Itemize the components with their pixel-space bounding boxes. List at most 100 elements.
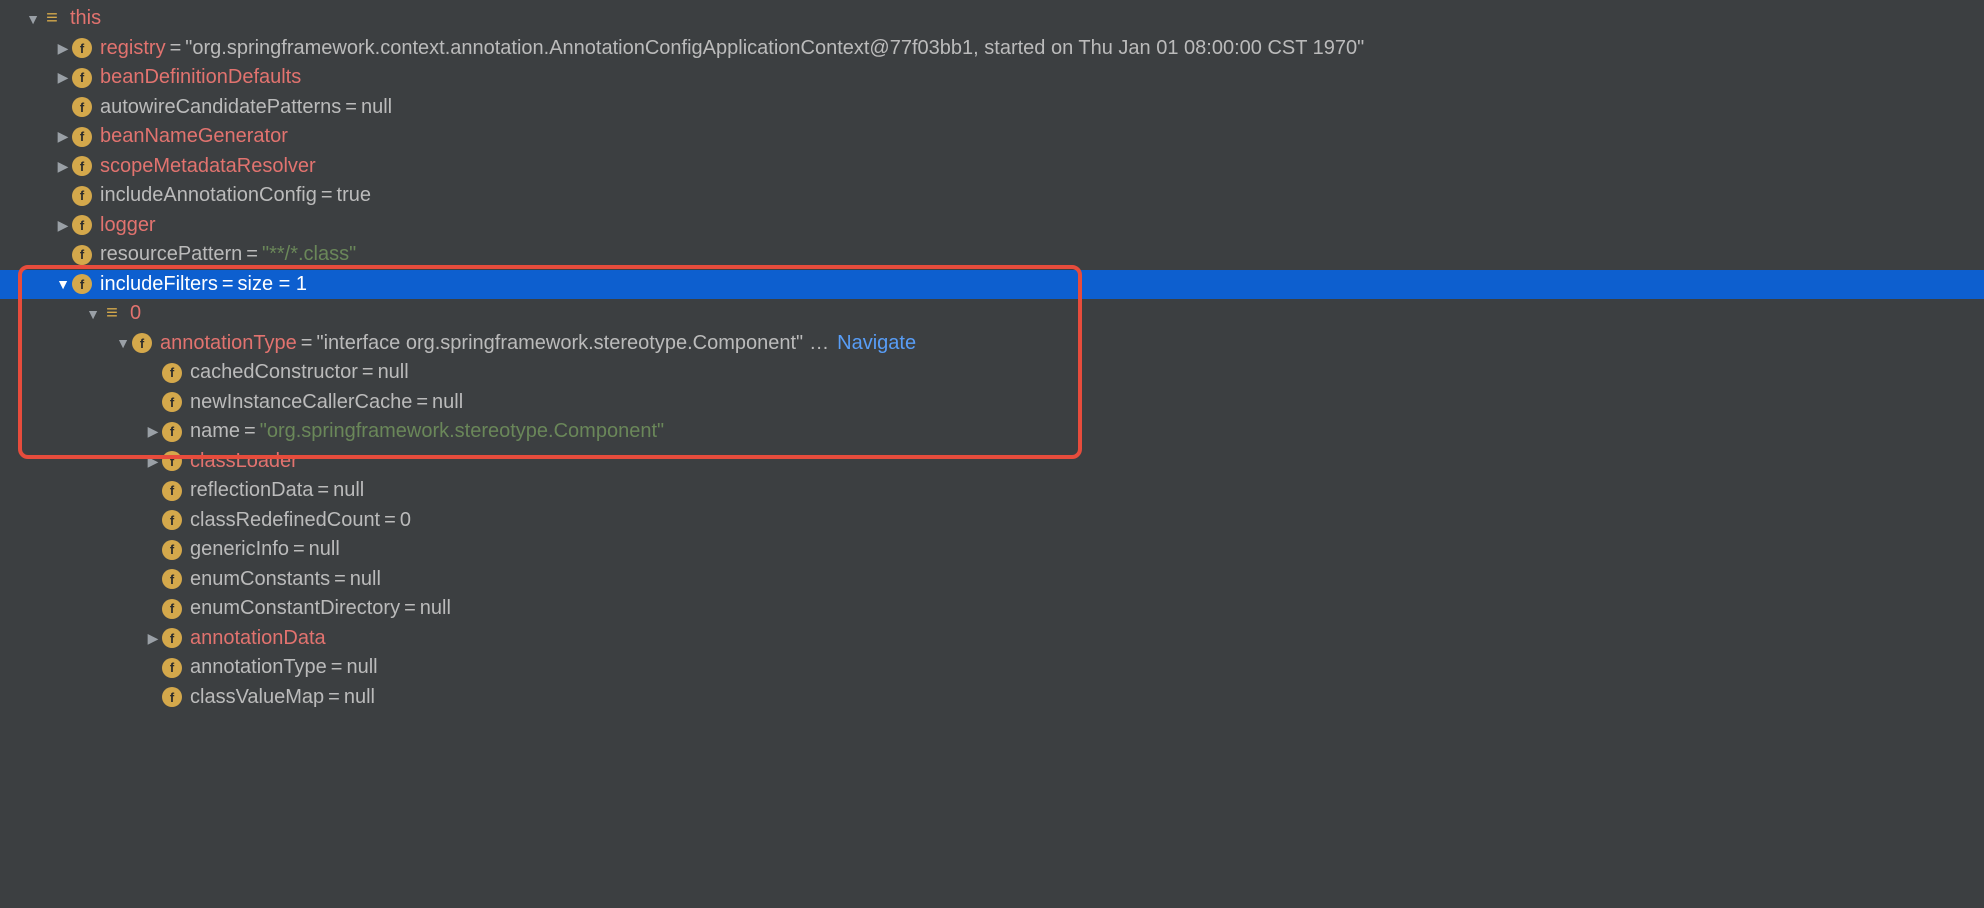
expand-down-icon[interactable]: ▼ <box>24 11 42 27</box>
tree-row-beandefinitiondefaults[interactable]: ▶ f beanDefinitionDefaults <box>0 63 1984 93</box>
equals: = <box>242 243 262 266</box>
var-name: autowireCandidatePatterns <box>100 96 341 119</box>
expand-right-icon[interactable]: ▶ <box>54 69 72 86</box>
tree-row-autowirecandidatepatterns[interactable]: ▶ f autowireCandidatePatterns = null <box>0 93 1984 123</box>
tree-row-index-0[interactable]: ▼ ≡ 0 <box>0 299 1984 329</box>
var-name: enumConstantDirectory <box>190 597 400 620</box>
var-name: classLoader <box>190 450 298 473</box>
tree-row-registry[interactable]: ▶ f registry = "org.springframework.cont… <box>0 34 1984 64</box>
ellipsis: … <box>803 332 831 355</box>
tree-row-classvaluemap[interactable]: ▶ f classValueMap = null <box>0 683 1984 713</box>
expand-down-icon[interactable]: ▼ <box>114 335 132 351</box>
equals: = <box>330 568 350 591</box>
var-name: reflectionData <box>190 479 313 502</box>
var-name: includeAnnotationConfig <box>100 184 317 207</box>
expand-right-icon[interactable]: ▶ <box>54 158 72 175</box>
var-value: "org.springframework.context.annotation.… <box>185 37 1364 60</box>
field-icon: f <box>72 68 92 88</box>
tree-row-includeannotationconfig[interactable]: ▶ f includeAnnotationConfig = true <box>0 181 1984 211</box>
tree-row-annotationdata[interactable]: ▶ f annotationData <box>0 624 1984 654</box>
equals: = <box>166 37 186 60</box>
tree-row-logger[interactable]: ▶ f logger <box>0 211 1984 241</box>
expand-right-icon[interactable]: ▶ <box>54 128 72 145</box>
tree-row-classloader[interactable]: ▶ f classLoader <box>0 447 1984 477</box>
equals: = <box>380 509 400 532</box>
tree-row-reflectiondata[interactable]: ▶ f reflectionData = null <box>0 476 1984 506</box>
equals: = <box>317 184 337 207</box>
var-value: null <box>350 568 381 591</box>
tree-row-includefilters[interactable]: ▼ f includeFilters = size = 1 <box>0 270 1984 300</box>
tree-row-classredefinedcount[interactable]: ▶ f classRedefinedCount = 0 <box>0 506 1984 536</box>
field-icon: f <box>72 156 92 176</box>
tree-row-annotationtype[interactable]: ▼ f annotationType = "interface org.spri… <box>0 329 1984 359</box>
field-icon: f <box>162 451 182 471</box>
var-value: true <box>337 184 371 207</box>
tree-row-this[interactable]: ▼ ≡ this <box>0 4 1984 34</box>
field-icon: f <box>72 38 92 58</box>
field-icon: f <box>162 392 182 412</box>
field-icon: f <box>162 540 182 560</box>
var-value: null <box>333 479 364 502</box>
equals: = <box>327 656 347 679</box>
var-name: registry <box>100 37 166 60</box>
tree-row-scopemetadataresolver[interactable]: ▶ f scopeMetadataResolver <box>0 152 1984 182</box>
field-icon: f <box>162 599 182 619</box>
navigate-link[interactable]: Navigate <box>831 332 916 355</box>
expand-right-icon[interactable]: ▶ <box>144 630 162 647</box>
var-name: genericInfo <box>190 538 289 561</box>
var-name: scopeMetadataResolver <box>100 155 316 178</box>
tree-row-genericinfo[interactable]: ▶ f genericInfo = null <box>0 535 1984 565</box>
equals: = <box>289 538 309 561</box>
expand-right-icon[interactable]: ▶ <box>144 423 162 440</box>
field-icon: f <box>162 363 182 383</box>
tree-row-annotationtype-null[interactable]: ▶ f annotationType = null <box>0 653 1984 683</box>
tree-row-enumconstantdirectory[interactable]: ▶ f enumConstantDirectory = null <box>0 594 1984 624</box>
equals: = <box>313 479 333 502</box>
equals: = <box>240 420 260 443</box>
equals: = <box>297 332 317 355</box>
expand-down-icon[interactable]: ▼ <box>84 306 102 322</box>
field-icon: f <box>162 687 182 707</box>
equals: = <box>400 597 420 620</box>
var-name: cachedConstructor <box>190 361 358 384</box>
tree-row-cachedconstructor[interactable]: ▶ f cachedConstructor = null <box>0 358 1984 388</box>
var-value: "**/*.class" <box>262 243 356 266</box>
var-value: null <box>361 96 392 119</box>
expand-right-icon[interactable]: ▶ <box>54 40 72 57</box>
equals: = <box>412 391 432 414</box>
var-value: null <box>378 361 409 384</box>
field-icon: f <box>72 215 92 235</box>
var-name: annotationType <box>190 656 327 679</box>
tree-row-resourcepattern[interactable]: ▶ f resourcePattern = "**/*.class" <box>0 240 1984 270</box>
var-name: resourcePattern <box>100 243 242 266</box>
tree-row-name[interactable]: ▶ f name = "org.springframework.stereoty… <box>0 417 1984 447</box>
field-icon: f <box>162 510 182 530</box>
var-value: null <box>420 597 451 620</box>
var-name: beanNameGenerator <box>100 125 288 148</box>
var-name: logger <box>100 214 156 237</box>
var-value: size = 1 <box>238 273 307 296</box>
var-value: null <box>309 538 340 561</box>
field-icon: f <box>132 333 152 353</box>
expand-down-icon[interactable]: ▼ <box>54 276 72 292</box>
var-value: "org.springframework.stereotype.Componen… <box>260 420 664 443</box>
var-name: classValueMap <box>190 686 324 709</box>
field-icon: f <box>162 422 182 442</box>
var-value: null <box>346 656 377 679</box>
field-icon: f <box>72 97 92 117</box>
this-icon: ≡ <box>42 9 62 29</box>
var-name: this <box>70 7 101 30</box>
var-value: null <box>344 686 375 709</box>
tree-row-newinstancecallercache[interactable]: ▶ f newInstanceCallerCache = null <box>0 388 1984 418</box>
var-value: null <box>432 391 463 414</box>
var-value: 0 <box>400 509 411 532</box>
tree-row-enumconstants[interactable]: ▶ f enumConstants = null <box>0 565 1984 595</box>
var-name: beanDefinitionDefaults <box>100 66 301 89</box>
expand-right-icon[interactable]: ▶ <box>54 217 72 234</box>
equals: = <box>324 686 344 709</box>
equals: = <box>341 96 361 119</box>
expand-right-icon[interactable]: ▶ <box>144 453 162 470</box>
field-icon: f <box>162 569 182 589</box>
equals: = <box>358 361 378 384</box>
tree-row-beannamegenerator[interactable]: ▶ f beanNameGenerator <box>0 122 1984 152</box>
